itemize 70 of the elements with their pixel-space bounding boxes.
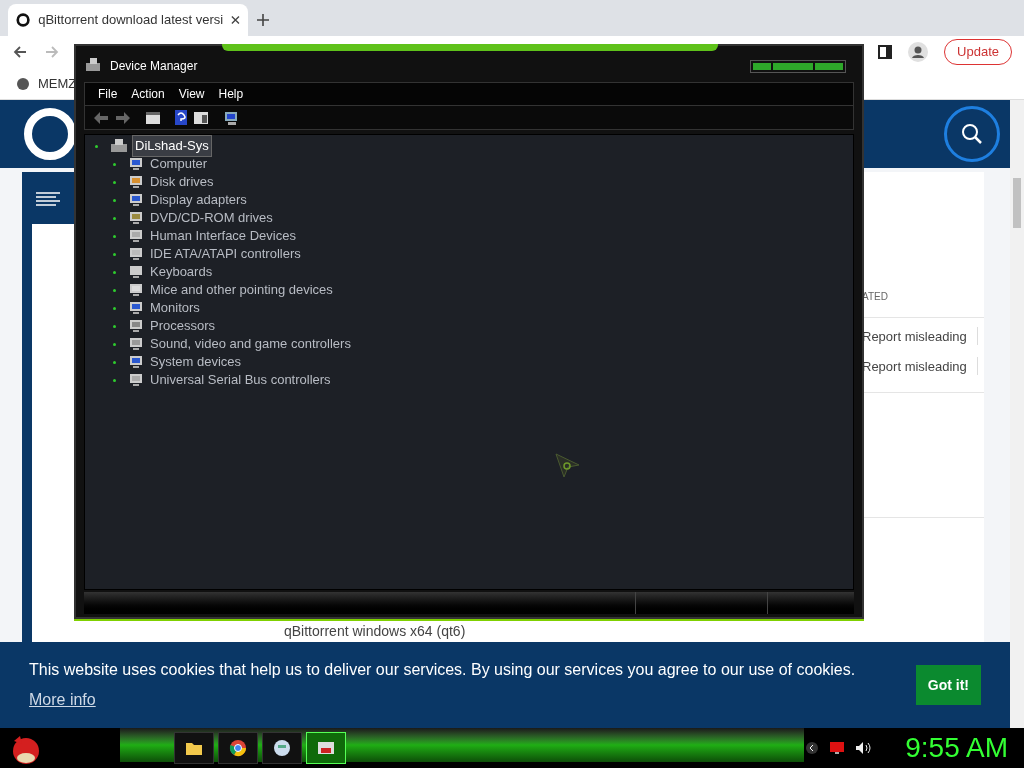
menu-icon[interactable] <box>36 192 60 206</box>
device-category[interactable]: Disk drives <box>148 172 216 192</box>
device-category[interactable]: Mice and other pointing devices <box>148 280 335 300</box>
got-it-button[interactable]: Got it! <box>915 665 981 705</box>
back-icon[interactable] <box>93 110 109 125</box>
help-icon[interactable] <box>175 110 187 125</box>
device-category[interactable]: Sound, video and game controllers <box>148 334 353 354</box>
device-category[interactable]: Keyboards <box>148 262 215 282</box>
menu-item[interactable]: File <box>93 85 123 103</box>
window-title: Device Manager <box>110 58 199 75</box>
search-button[interactable] <box>944 106 1000 162</box>
device-icon <box>128 282 144 298</box>
folder-icon <box>185 740 203 756</box>
device-icon <box>128 210 144 226</box>
device-icon <box>128 228 144 244</box>
menu-item[interactable]: Action <box>126 85 170 103</box>
device-icon <box>128 174 144 190</box>
device-category[interactable]: IDE ATA/ATAPI controllers <box>148 244 303 264</box>
device-category[interactable]: Human Interface Devices <box>148 226 298 246</box>
new-tab-icon[interactable] <box>256 13 270 27</box>
profile-icon[interactable] <box>908 42 929 62</box>
tab-logo-icon <box>16 12 31 28</box>
scan-hardware-icon[interactable] <box>223 109 239 126</box>
device-icon <box>128 264 144 280</box>
device-icon <box>128 246 144 262</box>
browser-tab[interactable]: qBittorrent download latest versi <box>8 4 248 36</box>
computer-name[interactable]: DiLshad-Sys <box>132 135 212 157</box>
device-category[interactable]: Computer <box>148 154 210 174</box>
window-controls[interactable] <box>750 59 846 73</box>
device-category[interactable]: Display adapters <box>148 190 249 210</box>
device-icon <box>128 156 144 172</box>
scrollbar-thumb[interactable] <box>1013 178 1021 228</box>
mouse-cursor-icon <box>555 453 581 479</box>
device-icon <box>128 300 144 316</box>
clock[interactable]: 9:55 AM <box>905 727 1008 768</box>
device-category[interactable]: Processors <box>148 316 218 336</box>
cookie-message: This website uses cookies that help us to deliver our services. By using our services you agree to our use of cookies. <box>29 660 857 680</box>
site-logo-icon <box>24 108 76 160</box>
device-icon <box>128 354 144 370</box>
device-manager-icon <box>317 740 335 756</box>
menu-item[interactable]: Help <box>213 85 249 103</box>
taskbar-button[interactable] <box>218 732 258 764</box>
search-icon <box>961 123 983 145</box>
globe-icon <box>16 76 30 91</box>
device-category[interactable]: DVD/CD-ROM drives <box>148 208 275 228</box>
device-icon <box>128 372 144 388</box>
device-category[interactable]: System devices <box>148 352 244 372</box>
device-icon <box>128 318 144 334</box>
menu-item[interactable]: View <box>173 85 210 103</box>
taskbar-button[interactable] <box>174 732 214 764</box>
console-tree-icon[interactable] <box>145 110 161 125</box>
volume-icon[interactable] <box>855 741 872 755</box>
back-icon[interactable] <box>12 44 28 60</box>
monitor-icon[interactable] <box>829 741 846 755</box>
device-icon <box>128 192 144 208</box>
browser-logo-icon <box>229 739 247 757</box>
side-panel-icon[interactable] <box>878 45 893 59</box>
taskbar-button[interactable] <box>262 732 302 764</box>
tab-title: qBittorrent download latest versi <box>38 11 224 30</box>
device-icon <box>128 336 144 352</box>
more-info-link[interactable]: More info <box>29 688 96 712</box>
close-icon[interactable] <box>231 15 240 25</box>
action-pane-icon[interactable] <box>193 110 209 125</box>
bookmark[interactable]: MEMZ <box>38 73 77 94</box>
device-category[interactable]: Universal Serial Bus controllers <box>148 370 333 390</box>
forward-icon[interactable] <box>115 110 131 125</box>
download-name: qBittorrent windows x64 (qt6) <box>284 622 466 641</box>
globe-icon <box>273 739 291 757</box>
computer-icon <box>110 138 128 154</box>
device-category[interactable]: Monitors <box>148 298 202 318</box>
